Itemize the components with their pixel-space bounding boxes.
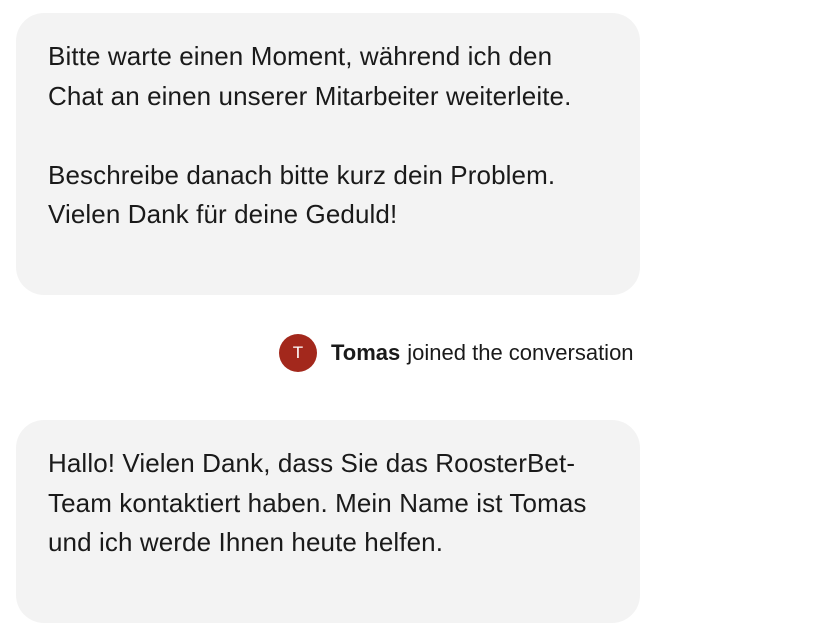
message-text: Bitte warte einen Moment, während ich de… xyxy=(48,41,572,111)
avatar-initial: T xyxy=(292,343,304,362)
agent-name: Tomas xyxy=(331,340,401,365)
message-text: Beschreibe danach bitte kurz dein Proble… xyxy=(48,159,556,230)
agent-avatar: T xyxy=(279,334,317,372)
agent-joined-notice: T Tomas joined the conversation xyxy=(279,334,634,372)
message-bubble-agent: Hallo! Vielen Dank, dass Sie das Rooster… xyxy=(16,420,640,623)
message-bubble-bot: Bitte warte einen Moment, während ich de… xyxy=(16,13,640,295)
message-text: Hallo! Vielen Dank, dass Sie das Rooster… xyxy=(48,448,587,557)
join-event-text: joined the conversation xyxy=(407,340,634,365)
chat-transcript: Bitte warte einen Moment, während ich de… xyxy=(0,0,818,640)
